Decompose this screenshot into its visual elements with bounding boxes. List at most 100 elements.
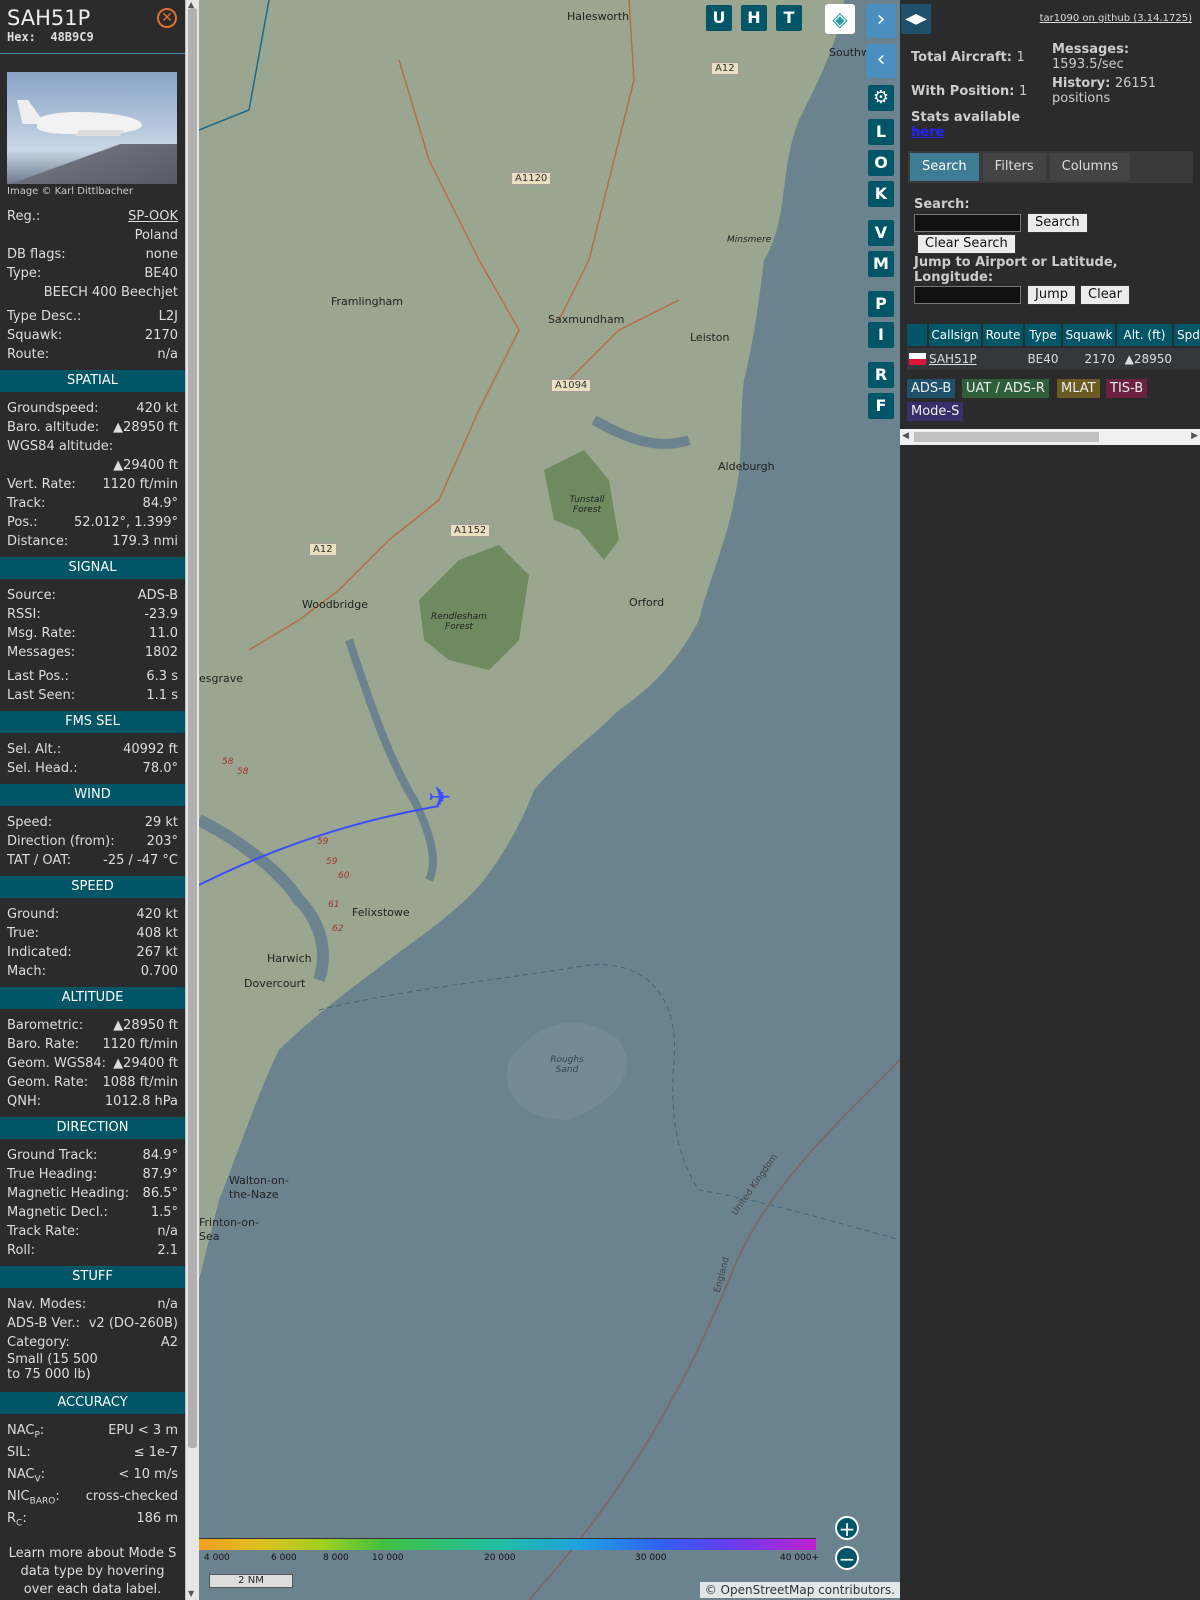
place-woodbridge: Woodbridge bbox=[302, 598, 368, 611]
info-row-rc: RC: 186 m bbox=[7, 1511, 178, 1529]
info-row-mag-heading: Magnetic Heading: 86.5° bbox=[7, 1186, 178, 1201]
hscroll-thumb[interactable] bbox=[914, 432, 1099, 442]
info-row-country: Poland bbox=[134, 228, 178, 243]
clear-search-button[interactable]: Clear Search bbox=[917, 234, 1016, 254]
col-route[interactable]: Route bbox=[983, 324, 1023, 346]
col-type[interactable]: Type bbox=[1025, 324, 1061, 346]
map-canvas bbox=[199, 0, 900, 1600]
place-halesworth: Halesworth bbox=[567, 10, 630, 23]
tab-columns[interactable]: Columns bbox=[1049, 153, 1131, 181]
settings-gear-icon[interactable]: ⚙ bbox=[868, 85, 894, 111]
legend-mlat: MLAT bbox=[1057, 379, 1100, 398]
map-button-f[interactable]: F bbox=[868, 393, 894, 419]
map-button-l[interactable]: L bbox=[868, 119, 894, 145]
jump-label: Jump to Airport or Latitude, Longitude: bbox=[914, 255, 1118, 285]
place-framlingham: Framlingham bbox=[331, 295, 403, 308]
place-dovercourt: Dovercourt bbox=[244, 977, 306, 990]
map-button-v[interactable]: V bbox=[868, 220, 894, 246]
info-row-type-full: BEECH 400 Beechjet bbox=[43, 285, 178, 300]
info-row-source: Source: ADS-B bbox=[7, 588, 178, 603]
place-orford: Orford bbox=[629, 596, 665, 609]
map-button-u[interactable]: U bbox=[706, 5, 732, 31]
col-callsign[interactable]: Callsign bbox=[929, 324, 981, 346]
row-callsign[interactable]: SAH51P bbox=[929, 348, 981, 370]
map-button-r[interactable]: R bbox=[868, 362, 894, 388]
row-type: BE40 bbox=[1027, 352, 1059, 366]
image-credit: Image © Karl Dittlbacher bbox=[7, 186, 133, 197]
panel-tabs: Search Filters Columns bbox=[908, 151, 1193, 183]
map-button-p[interactable]: P bbox=[868, 291, 894, 317]
clear-button[interactable]: Clear bbox=[1080, 285, 1130, 305]
info-row-qnh: QNH: 1012.8 hPa bbox=[7, 1094, 178, 1109]
route-num-61: 61 bbox=[328, 900, 340, 910]
info-row-sil: SIL: ≤ 1e-7 bbox=[7, 1445, 178, 1460]
aircraft-photo[interactable] bbox=[7, 72, 177, 184]
info-row-tat-oat: TAT / OAT: -25 / -47 °C bbox=[7, 853, 178, 868]
jump-input[interactable] bbox=[914, 286, 1021, 304]
info-row-messages: Messages: 1802 bbox=[7, 645, 178, 660]
map-button-t[interactable]: T bbox=[776, 5, 802, 31]
collapse-left-icon[interactable]: ‹ bbox=[866, 44, 896, 78]
osm-link[interactable]: OpenStreetMap bbox=[721, 1583, 815, 1597]
tab-search[interactable]: Search bbox=[910, 153, 979, 181]
section-accuracy: ACCURACY bbox=[0, 1392, 185, 1414]
road-label-a1094: A1094 bbox=[551, 379, 592, 392]
scroll-left-icon[interactable]: ◀ bbox=[902, 431, 909, 441]
section-direction: DIRECTION bbox=[0, 1117, 185, 1139]
map-button-o[interactable]: O bbox=[868, 150, 894, 176]
section-speed: SPEED bbox=[0, 876, 185, 898]
aircraft-marker-icon[interactable]: ✈ bbox=[428, 784, 451, 812]
zoom-out-button[interactable]: − bbox=[835, 1546, 859, 1570]
info-row-dbflags: DB flags: none bbox=[7, 247, 178, 262]
expand-right-icon[interactable]: › bbox=[866, 4, 896, 38]
route-num-62: 62 bbox=[332, 924, 344, 934]
place-leiston: Leiston bbox=[690, 331, 730, 344]
search-input[interactable] bbox=[914, 214, 1021, 232]
github-link[interactable]: tar1090 on github (3.14.1725) bbox=[1040, 13, 1192, 24]
stat-messages: Messages: 1593.5/sec bbox=[1052, 42, 1130, 72]
map-button-i[interactable]: I bbox=[868, 322, 894, 348]
flag-poland-icon bbox=[909, 348, 926, 370]
col-alt[interactable]: Alt. (ft) bbox=[1117, 324, 1172, 346]
place-felixstowe: Felixstowe bbox=[352, 906, 410, 919]
place-roughs-sand: Roughs Sand bbox=[550, 1055, 584, 1075]
info-row-track: Track: 84.9° bbox=[7, 496, 178, 511]
aircraft-info-panel: SAH51P Hex: 48B9C9 ✕ Image © Karl Dittlb… bbox=[0, 0, 185, 1600]
info-row-barometric: Barometric: ▲28950 ft bbox=[7, 1018, 178, 1033]
jump-button[interactable]: Jump bbox=[1027, 285, 1076, 305]
map-button-m[interactable]: M bbox=[868, 251, 894, 277]
info-row-ground-track: Ground Track: 84.9° bbox=[7, 1148, 178, 1163]
col-squawk[interactable]: Squawk bbox=[1063, 324, 1115, 346]
tab-filters[interactable]: Filters bbox=[982, 153, 1046, 181]
section-spatial: SPATIAL bbox=[0, 370, 185, 392]
zoom-in-button[interactable]: + bbox=[835, 1516, 859, 1540]
place-southwold: Southw bbox=[829, 46, 870, 59]
info-row-indicated: Indicated: 267 kt bbox=[7, 945, 178, 960]
scroll-down-icon[interactable]: ▼ bbox=[188, 1589, 194, 1598]
scroll-right-icon[interactable]: ▶ bbox=[1191, 431, 1198, 441]
hex-id: Hex: 48B9C9 bbox=[7, 30, 94, 44]
route-num-59b: 59 bbox=[326, 857, 338, 867]
layers-icon[interactable]: ◈ bbox=[825, 4, 855, 34]
col-speed[interactable]: Spd bbox=[1174, 324, 1200, 346]
legend-tisb: TIS-B bbox=[1106, 379, 1148, 398]
stat-with-position: With Position: 1 bbox=[911, 84, 1028, 99]
info-row-nic: NICBARO: cross-checked bbox=[7, 1489, 178, 1507]
table-horizontal-scrollbar[interactable]: ◀ ▶ bbox=[900, 429, 1200, 445]
row-route bbox=[983, 348, 1023, 370]
registration-link[interactable]: SP-OOK bbox=[128, 207, 178, 226]
legend-adsb: ADS-B bbox=[907, 379, 956, 398]
search-button[interactable]: Search bbox=[1027, 213, 1088, 233]
info-row-adsb-ver: ADS-B Ver.: v2 (DO-260B) bbox=[7, 1316, 178, 1331]
road-label-a1152: A1152 bbox=[450, 524, 491, 537]
info-row-roll: Roll: 2.1 bbox=[7, 1243, 178, 1258]
map-button-k[interactable]: K bbox=[868, 181, 894, 207]
scrollbar-thumb[interactable] bbox=[188, 8, 197, 1448]
close-icon[interactable]: ✕ bbox=[157, 8, 177, 28]
map-view[interactable]: Halesworth Southw Framlingham Saxmundham… bbox=[199, 0, 900, 1600]
stats-link[interactable]: here bbox=[911, 125, 944, 140]
sidebar-scrollbar[interactable]: ▲ ▼ bbox=[185, 0, 199, 1600]
toggle-panel-icon[interactable]: ◀▶ bbox=[901, 4, 931, 34]
table-row[interactable]: SAH51P BE40 2170 ▲28950 bbox=[907, 348, 1200, 370]
map-button-h[interactable]: H bbox=[741, 5, 767, 31]
